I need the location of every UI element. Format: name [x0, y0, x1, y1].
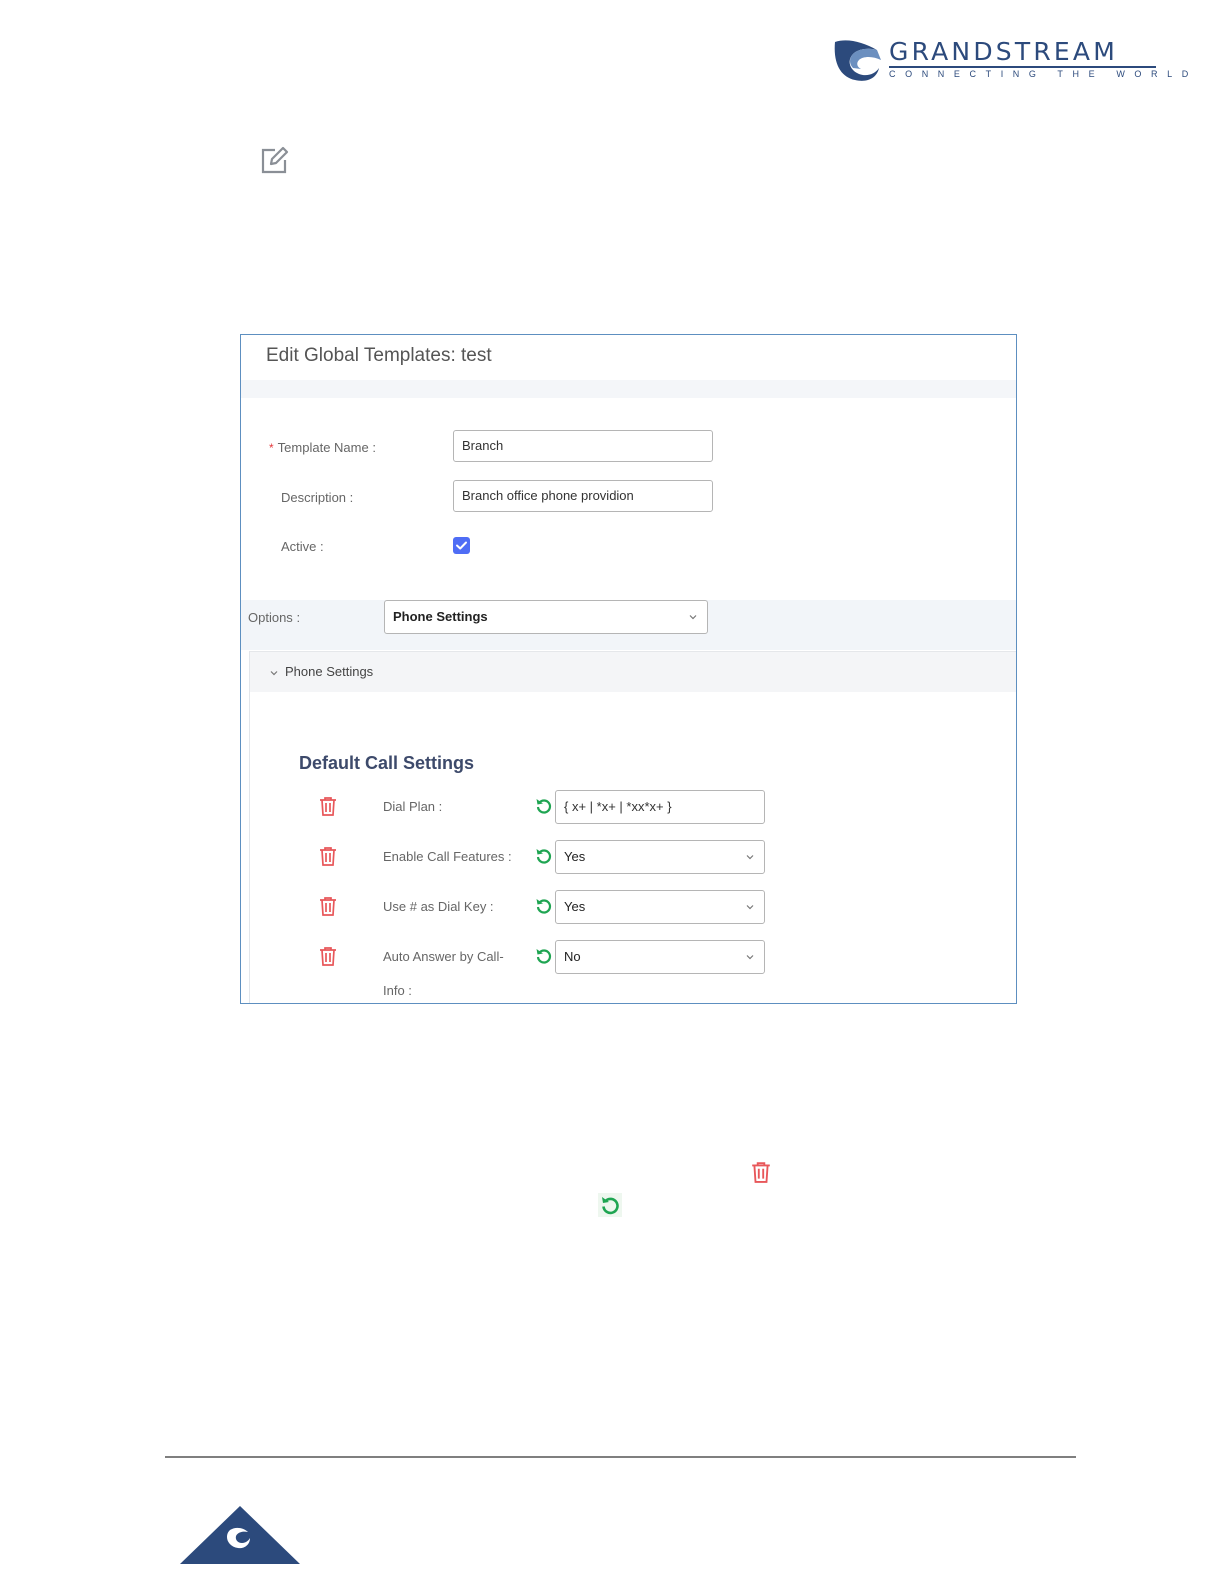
description-input[interactable]: Branch office phone providion — [453, 480, 713, 512]
trash-icon[interactable] — [319, 946, 337, 966]
group-title: Default Call Settings — [299, 753, 475, 773]
dial-plan-label: Dial Plan : — [383, 799, 443, 814]
options-select[interactable]: Phone Settings — [384, 600, 708, 634]
auto-answer-value: No — [564, 949, 581, 964]
use-hash-dial-key-select[interactable]: Yes — [555, 890, 765, 924]
active-checkbox[interactable] — [453, 537, 470, 554]
phone-settings-header-label: Phone Settings — [285, 664, 374, 679]
chevron-down-icon — [746, 905, 754, 910]
edit-template-dialog: Edit Global Templates: test * Template Na… — [240, 334, 1017, 1004]
active-label: Active : — [281, 539, 324, 554]
footer-rule — [165, 1456, 1076, 1458]
chevron-down-icon — [746, 855, 754, 860]
auto-answer-select[interactable]: No — [555, 940, 765, 974]
footer-logo-icon — [180, 1506, 300, 1564]
required-mark: * — [269, 441, 274, 455]
auto-answer-label: Auto Answer by Call- — [383, 949, 504, 964]
template-name-label: * Template Name : — [269, 440, 376, 455]
logo-tagline: CONNECTING THE WORLD — [889, 69, 1198, 79]
phone-settings-header[interactable]: Phone Settings — [250, 651, 1016, 692]
trash-icon[interactable] — [319, 846, 337, 866]
dial-plan-input[interactable]: { x+ | *x+ | *xx*x+ } — [555, 790, 765, 824]
grandstream-logo-mark-icon — [834, 40, 881, 81]
reset-icon[interactable] — [535, 797, 553, 815]
logo-wordmark: GRANDSTREAM — [889, 37, 1118, 66]
trash-icon[interactable] — [319, 796, 337, 816]
template-name-input[interactable]: Branch — [453, 430, 713, 462]
description-label: Description : — [281, 490, 354, 505]
grandstream-logo: GRANDSTREAM CONNECTING THE WORLD — [833, 37, 1198, 86]
dialog-title: Edit Global Templates: test — [266, 345, 492, 366]
auto-answer-label-line2: Info : — [383, 983, 412, 998]
chevron-down-icon — [689, 615, 697, 620]
chevron-down-icon — [270, 671, 278, 676]
enable-call-features-select[interactable]: Yes — [555, 840, 765, 874]
enable-call-features-label: Enable Call Features : — [383, 849, 512, 864]
options-label: Options : — [248, 610, 301, 625]
logo-divider — [889, 66, 1156, 68]
enable-call-features-value: Yes — [564, 849, 586, 864]
reset-icon — [598, 1193, 622, 1217]
reset-icon[interactable] — [535, 947, 553, 965]
chevron-down-icon — [746, 955, 754, 960]
reset-icon[interactable] — [535, 847, 553, 865]
options-selected-value: Phone Settings — [393, 609, 488, 624]
dialog-title-divider — [241, 380, 1016, 398]
checkmark-icon — [456, 541, 467, 550]
edit-icon — [261, 146, 289, 174]
trash-icon — [752, 1162, 770, 1183]
use-hash-dial-key-label: Use # as Dial Key : — [383, 899, 494, 914]
use-hash-dial-key-value: Yes — [564, 899, 586, 914]
trash-icon[interactable] — [319, 896, 337, 916]
reset-icon[interactable] — [535, 897, 553, 915]
